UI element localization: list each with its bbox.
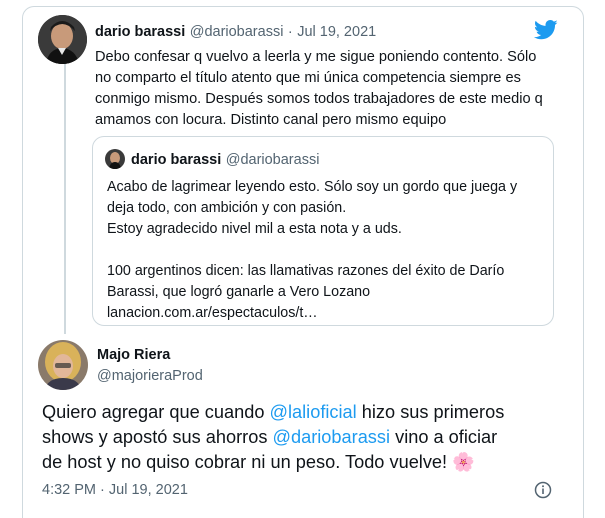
top-tweet-line: conmigo mismo. Después somos todos traba… xyxy=(95,91,543,107)
main-tweet-author-handle[interactable]: @majorieraProd xyxy=(97,368,203,384)
mention-lalioficial[interactable]: @lalioficial xyxy=(270,402,357,422)
top-tweet-date[interactable]: Jul 19, 2021 xyxy=(297,24,376,40)
quoted-author-name: dario barassi xyxy=(131,152,222,168)
mention-dariobarassi[interactable]: @dariobarassi xyxy=(273,427,391,447)
cherry-blossom-emoji: 🌸 xyxy=(452,452,475,472)
top-tweet-line: amamos con locura. Distinto canal pero m… xyxy=(95,112,447,128)
top-tweet-line: no comparto el título atento que mi únic… xyxy=(95,70,521,86)
quoted-author-avatar xyxy=(105,149,125,169)
majo-riera-photo xyxy=(38,340,88,390)
top-tweet-separator: · xyxy=(287,24,293,40)
main-tweet-line: Quiero agregar que cuando @lalioficial h… xyxy=(42,400,572,425)
quoted-tweet-line: Barassi, que logró ganarle a Vero Lozano xyxy=(107,284,371,300)
thread-connector-line xyxy=(64,64,66,334)
text-segment: de host y no quiso cobrar ni un peso. To… xyxy=(42,452,453,472)
text-segment: shows y apostó sus ahorros xyxy=(42,427,273,447)
text-segment: Quiero agregar que cuando xyxy=(42,402,270,422)
quoted-tweet-line: deja todo, con ambición y con pasión. xyxy=(107,200,347,216)
timestamp-separator: · xyxy=(100,482,105,498)
quoted-author-handle: @dariobarassi xyxy=(225,152,320,168)
main-tweet-line: de host y no quiso cobrar ni un peso. To… xyxy=(42,450,572,475)
text-segment: vino a oficiar xyxy=(390,427,498,447)
tweet-time: 4:32 PM xyxy=(42,482,96,498)
top-tweet-author-handle[interactable]: @dariobarassi xyxy=(190,24,284,40)
main-tweet-line: shows y apostó sus ahorros @dariobarassi… xyxy=(42,425,572,450)
main-tweet-timestamp[interactable]: 4:32 PM · Jul 19, 2021 xyxy=(42,482,188,498)
top-tweet-author-name[interactable]: dario barassi xyxy=(95,24,185,40)
quoted-tweet-text: Acabo de lagrimear leyendo esto. Sólo so… xyxy=(107,177,547,324)
quoted-tweet-line xyxy=(107,240,547,261)
quoted-tweet-card[interactable]: dario barassi @dariobarassi Acabo de lag… xyxy=(92,136,554,326)
top-tweet-line: Debo confesar q vuelvo a leerla y me sig… xyxy=(95,49,537,65)
quoted-tweet-link[interactable]: lanacion.com.ar/espectaculos/t… xyxy=(107,303,547,324)
dario-barassi-avatar[interactable] xyxy=(38,15,87,64)
majo-riera-avatar[interactable] xyxy=(38,340,88,390)
dario-barassi-photo xyxy=(38,15,87,64)
twitter-bird-icon[interactable] xyxy=(533,20,558,40)
text-segment: hizo sus primeros xyxy=(356,402,505,422)
quoted-tweet-header: dario barassi @dariobarassi xyxy=(131,151,319,169)
info-icon[interactable] xyxy=(534,481,552,499)
top-tweet-header: dario barassi @dariobarassi · Jul 19, 20… xyxy=(95,23,376,41)
quoted-tweet-line: Estoy agradecido nivel mil a esta nota y… xyxy=(107,221,402,237)
quoted-author-photo xyxy=(105,149,125,169)
quoted-tweet-line: 100 argentinos dicen: las llamativas raz… xyxy=(107,263,505,279)
main-tweet-text: Quiero agregar que cuando @lalioficial h… xyxy=(42,400,572,475)
main-tweet-author-name[interactable]: Majo Riera xyxy=(97,347,170,363)
quoted-tweet-line: Acabo de lagrimear leyendo esto. Sólo so… xyxy=(107,179,518,195)
top-tweet-text: Debo confesar q vuelvo a leerla y me sig… xyxy=(95,47,565,131)
tweet-date: Jul 19, 2021 xyxy=(108,482,188,498)
